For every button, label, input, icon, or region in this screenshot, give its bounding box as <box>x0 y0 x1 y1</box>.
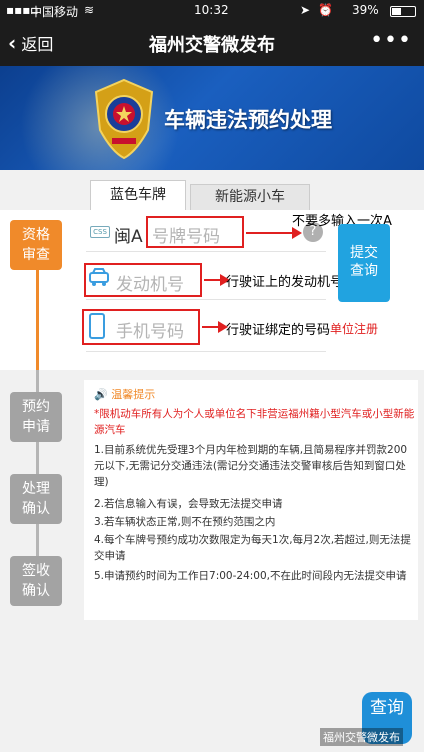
tip-item: 3.若车辆状态正常,则不在预约范围之内 <box>94 516 276 528</box>
battery-icon <box>390 6 416 17</box>
wifi-icon: ≋ <box>84 3 95 17</box>
status-bar: ▪▪▪▫ 中国移动 ≋ 10:32 ➤ ⏰ 39% <box>0 0 424 22</box>
plate-prefix-select[interactable]: 闽A <box>114 222 143 247</box>
more-menu-button[interactable]: ••• <box>370 28 412 53</box>
battery-percent: 39% <box>352 3 379 17</box>
submit-query-button[interactable]: 提交 查询 <box>338 224 390 302</box>
tips-panel: 🔊 温馨提示 *限机动车所有人为个人或单位名下非营运福州籍小型汽车或小型新能源汽… <box>84 380 418 620</box>
step-appointment-application: 预约 申请 <box>10 392 62 442</box>
tip-item: 5.申请预约时间为工作日7:00-24:00,不在此时间段内无法提交申请 <box>94 570 407 582</box>
clock: 10:32 <box>194 3 229 17</box>
banner-title: 车辆违法预约处理 <box>164 108 332 132</box>
speaker-icon: 🔊 <box>94 388 108 401</box>
phone-annotation: 行驶证绑定的号码 <box>226 323 331 338</box>
step-label: 确认 <box>22 501 50 517</box>
location-icon: ➤ <box>300 3 311 17</box>
arrow-icon <box>202 321 228 333</box>
tips-heading: 🔊 温馨提示 <box>94 386 155 402</box>
submit-label: 查询 <box>350 263 378 279</box>
step-label: 预约 <box>22 399 50 415</box>
step-eligibility-review: 资格 审查 <box>10 220 62 270</box>
step-label: 资格 <box>22 227 50 243</box>
alarm-icon: ⏰ <box>318 3 333 17</box>
page-title: 福州交警微发布 <box>149 35 275 56</box>
tip-item: 2.若信息输入有误，会导致无法提交申请 <box>94 498 283 510</box>
police-emblem-icon <box>94 78 154 160</box>
tip-item: 1.目前系统优先受理3个月内年检到期的车辆,且简易程序并罚款200元以下,无需记… <box>94 444 408 488</box>
tip-item: 4.每个车牌号预约成功次数限定为每天1次,每月2次,若超过,则无法提交申请 <box>94 534 411 562</box>
step-label: 确认 <box>22 583 50 599</box>
phone-number-input[interactable]: 手机号码 <box>116 317 184 342</box>
step-label: 申请 <box>22 419 50 435</box>
engine-number-input[interactable]: 发动机号 <box>116 270 184 295</box>
query-label: 查询 <box>370 698 404 718</box>
tips-title: 温馨提示 <box>111 388 156 401</box>
carrier-label: 中国移动 <box>30 5 79 19</box>
tips-warning: *限机动车所有人为个人或单位名下非营运福州籍小型汽车或小型新能源汽车 <box>94 408 415 436</box>
step-processing-confirmation: 处理 确认 <box>10 474 62 524</box>
plate-number-input[interactable]: 号牌号码 <box>152 222 220 247</box>
step-label: 签收 <box>22 563 50 579</box>
watermark: 福州交警微发布 <box>320 728 403 746</box>
step-label: 审查 <box>22 247 50 263</box>
step-label: 处理 <box>22 481 50 497</box>
engine-annotation: 行驶证上的发动机号码 <box>226 275 357 290</box>
plate-badge: CSS <box>90 226 110 238</box>
submit-label: 提交 <box>350 245 378 261</box>
step-receipt-confirmation: 签收 确认 <box>10 556 62 606</box>
unit-register-link[interactable]: 单位注册 <box>330 320 378 337</box>
header-banner: 车辆违法预约处理 <box>0 66 424 170</box>
nav-bar: ‹ 返回 福州交警微发布 ••• <box>0 22 424 66</box>
